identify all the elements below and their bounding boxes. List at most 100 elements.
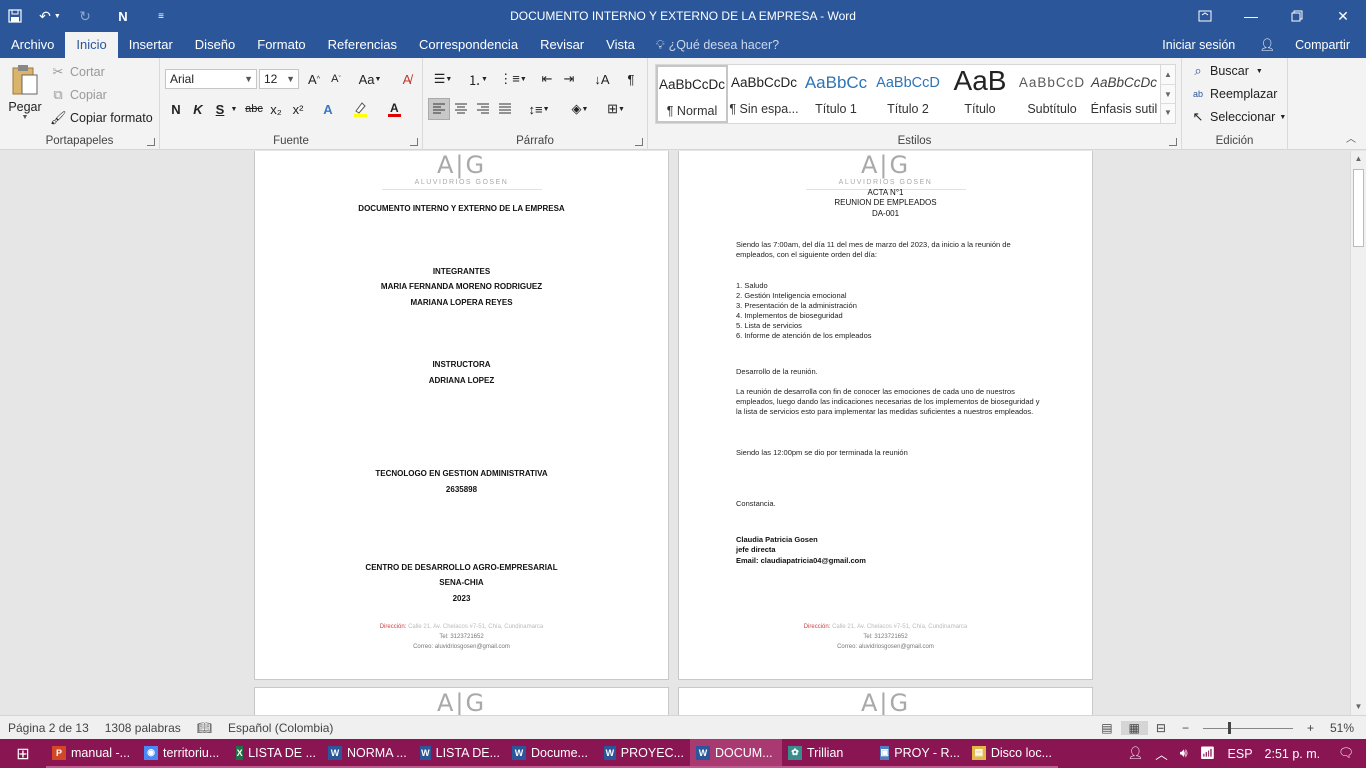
multilevel-list-icon[interactable]: ⋮≡ ▼ xyxy=(498,68,528,90)
font-color-icon[interactable]: A xyxy=(384,98,406,120)
print-layout-icon[interactable]: ▦ xyxy=(1120,721,1148,735)
taskbar-item[interactable]: Pmanual -... xyxy=(46,739,138,768)
grow-font-icon[interactable]: A ^ xyxy=(303,68,325,90)
language-label[interactable]: Español (Colombia) xyxy=(220,721,341,735)
tab-formato[interactable]: Formato xyxy=(246,32,316,58)
dialog-launcher-icon[interactable] xyxy=(635,138,643,146)
clear-formatting-icon[interactable]: A̸ xyxy=(396,68,418,90)
style-heading-1[interactable]: AaBbCc Título 1 xyxy=(800,65,872,123)
close-icon[interactable]: ✕ xyxy=(1320,0,1366,32)
style-normal[interactable]: AaBbCcDc ¶ Normal xyxy=(656,65,728,123)
chevron-down-icon[interactable]: ▼ xyxy=(1161,84,1175,103)
page-count[interactable]: Página 2 de 13 xyxy=(0,721,97,735)
notifications-icon[interactable]: 🗨︎ xyxy=(1326,746,1366,761)
strikethrough-icon[interactable]: abc xyxy=(243,98,265,120)
tab-diseno[interactable]: Diseño xyxy=(184,32,246,58)
clock[interactable]: 2:51 p. m. xyxy=(1259,747,1327,761)
style-title[interactable]: AaB Título xyxy=(944,65,1016,123)
share-button[interactable]: 👤︎ Compartir xyxy=(1243,38,1366,53)
borders-icon[interactable]: ⊞ ▼ xyxy=(601,98,631,120)
style-no-spacing[interactable]: AaBbCcDc ¶ Sin espa... xyxy=(728,65,800,123)
restore-icon[interactable] xyxy=(1274,0,1320,32)
ribbon-display-options-icon[interactable] xyxy=(1182,0,1228,32)
taskbar-item[interactable]: ▣ PROY - R... xyxy=(874,739,966,768)
italic-icon[interactable]: K xyxy=(187,98,209,120)
tab-referencias[interactable]: Referencias xyxy=(317,32,408,58)
scroll-up-icon[interactable]: ▲ xyxy=(1351,151,1366,167)
align-right-icon[interactable] xyxy=(472,98,494,120)
superscript-icon[interactable]: x² xyxy=(287,98,309,120)
style-heading-2[interactable]: AaBbCcD Título 2 xyxy=(872,65,944,123)
scroll-down-icon[interactable]: ▼ xyxy=(1351,699,1366,715)
tab-inicio[interactable]: Inicio xyxy=(65,32,118,58)
shrink-font-icon[interactable]: Aˇ xyxy=(325,68,347,90)
format-painter-button[interactable]: 🖌︎ Copiar formato xyxy=(50,110,153,126)
zoom-out-icon[interactable]: − xyxy=(1174,721,1197,735)
tab-revisar[interactable]: Revisar xyxy=(529,32,595,58)
taskbar-item[interactable]: W LISTA DE... xyxy=(414,739,506,768)
word-count[interactable]: 1308 palabras xyxy=(97,721,189,735)
font-size-select[interactable]: 12 ▼ xyxy=(259,69,299,89)
style-subtle-emphasis[interactable]: AaBbCcDc Énfasis sutil xyxy=(1088,65,1160,123)
pilcrow-icon[interactable]: ¶ xyxy=(620,68,642,90)
zoom-slider-thumb[interactable] xyxy=(1227,721,1231,734)
numbering-icon[interactable]: ⒈ ▼ xyxy=(463,68,493,90)
collapse-ribbon-icon[interactable]: ︿ xyxy=(1346,130,1356,145)
taskbar-item[interactable]: W PROYEC... xyxy=(598,739,690,768)
sign-in-link[interactable]: Iniciar sesión xyxy=(1154,38,1243,52)
sort-icon[interactable]: ↓A xyxy=(591,68,613,90)
zoom-in-icon[interactable]: + xyxy=(1299,721,1322,735)
style-subtitle[interactable]: AaBbCcD Subtítulo xyxy=(1016,65,1088,123)
cut-button[interactable]: ✂ Cortar xyxy=(50,64,105,80)
speaker-icon[interactable]: 🔊︎ xyxy=(1174,746,1194,761)
paste-button[interactable]: Pegar ▼ xyxy=(6,63,44,129)
highlight-icon[interactable] xyxy=(350,98,372,120)
dialog-launcher-icon[interactable] xyxy=(147,138,155,146)
styles-scroll[interactable]: ▲ ▼ ▼ xyxy=(1160,64,1176,124)
people-icon[interactable]: 👤︎ xyxy=(1121,746,1149,761)
document-page[interactable]: A|G ALUVIDRIOS GOSEN ACTA N°1 REUNION DE… xyxy=(678,151,1093,680)
proofing-icon[interactable]: 📖︎ xyxy=(189,721,220,735)
quick-access-custom-button[interactable]: N xyxy=(100,0,146,32)
scrollbar-thumb[interactable] xyxy=(1353,169,1364,247)
taskbar-item[interactable]: W NORMA ... xyxy=(322,739,414,768)
replace-button[interactable]: ab Reemplazar xyxy=(1190,86,1277,102)
chevron-down-icon[interactable]: ▼ xyxy=(228,98,240,120)
taskbar-item[interactable]: ▤ Disco loc... xyxy=(966,739,1058,768)
tab-correspondencia[interactable]: Correspondencia xyxy=(408,32,529,58)
change-case-icon[interactable]: Aa ▼ xyxy=(355,68,385,90)
bold-icon[interactable]: N xyxy=(165,98,187,120)
redo-button[interactable]: ↻ xyxy=(70,0,100,32)
tab-vista[interactable]: Vista xyxy=(595,32,646,58)
align-center-icon[interactable] xyxy=(450,98,472,120)
text-effects-icon[interactable]: A xyxy=(317,98,339,120)
vertical-scrollbar[interactable]: ▲ ▼ xyxy=(1350,151,1366,715)
tab-insertar[interactable]: Insertar xyxy=(118,32,184,58)
taskbar-item[interactable]: ✿ Trillian xyxy=(782,739,874,768)
wifi-icon[interactable]: 📶︎ xyxy=(1194,746,1222,761)
line-spacing-icon[interactable]: ↕≡ ▼ xyxy=(524,98,554,120)
chevron-up-icon[interactable]: ︿ xyxy=(1149,744,1174,763)
read-mode-icon[interactable]: ▤ xyxy=(1093,721,1120,735)
undo-button[interactable]: ↶ ▼ xyxy=(30,0,70,32)
input-language[interactable]: ESP xyxy=(1222,747,1259,761)
more-styles-icon[interactable]: ▼ xyxy=(1161,103,1175,121)
align-left-icon[interactable] xyxy=(428,98,450,120)
taskbar-item[interactable]: X LISTA DE ... xyxy=(230,739,322,768)
tab-archivo[interactable]: Archivo xyxy=(0,32,65,58)
font-family-select[interactable]: Arial ▼ xyxy=(165,69,257,89)
taskbar-item[interactable]: W Docume... xyxy=(506,739,598,768)
document-page[interactable]: A|G xyxy=(678,687,1093,715)
increase-indent-icon[interactable]: ⇥ xyxy=(558,68,580,90)
zoom-level[interactable]: 51% xyxy=(1322,721,1366,735)
decrease-indent-icon[interactable]: ⇤ xyxy=(536,68,558,90)
document-page[interactable]: A|G xyxy=(254,687,669,715)
customize-quick-access-icon[interactable]: ≡ xyxy=(146,0,176,32)
web-layout-icon[interactable]: ⊟ xyxy=(1148,721,1174,735)
taskbar-item[interactable]: W DOCUM... xyxy=(690,739,782,768)
tell-me-box[interactable]: 💡︎ ¿Qué desea hacer? xyxy=(646,32,789,58)
task-view-icon[interactable]: ⊞ xyxy=(0,739,46,768)
chevron-up-icon[interactable]: ▲ xyxy=(1161,65,1175,84)
taskbar-item[interactable]: ◉ territoriu... xyxy=(138,739,230,768)
shading-icon[interactable]: ◈ ▼ xyxy=(565,98,595,120)
